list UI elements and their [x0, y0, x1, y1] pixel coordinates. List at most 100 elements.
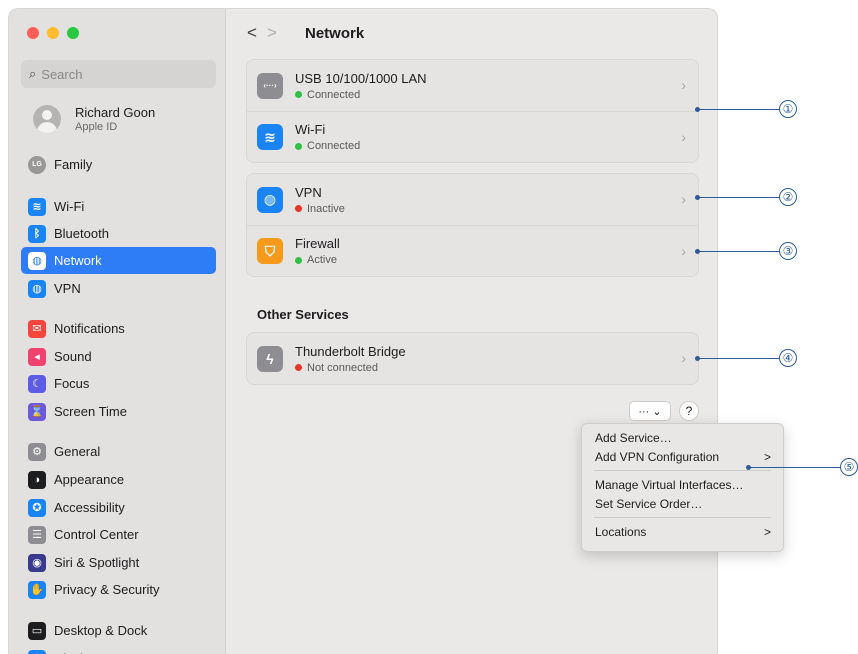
sidebar-item-focus[interactable]: ☾ Focus	[21, 370, 216, 397]
service-name: USB 10/100/1000 LAN	[295, 70, 427, 86]
sidebar-item-label: Appearance	[54, 472, 125, 487]
sidebar-item-desktop-and-dock[interactable]: ▭ Desktop & Dock	[21, 617, 216, 644]
sidebar-item-label: Desktop & Dock	[54, 623, 148, 638]
sidebar-item-network[interactable]: ◍ Network	[21, 247, 216, 274]
status-dot	[295, 91, 302, 98]
service-status: Inactive	[307, 202, 345, 215]
sidebar-item-appearance[interactable]: ◑ Appearance	[21, 466, 216, 493]
forward-button[interactable]: >	[267, 23, 287, 42]
sidebar: ⌕ Search Richard Goon Apple ID LG Family…	[9, 9, 226, 654]
search-field[interactable]: ⌕ Search	[21, 60, 216, 88]
page-title: Network	[305, 25, 365, 42]
menu-separator	[594, 470, 771, 471]
globe-icon: ◍	[28, 251, 46, 270]
menu-item-locations[interactable]: Locations >	[582, 522, 783, 541]
callout-line-3	[697, 251, 779, 252]
callout-dot-3	[695, 249, 700, 254]
submenu-arrow-icon: >	[763, 524, 771, 539]
vpn-globe-icon: ◍	[28, 279, 46, 298]
callout-line-4	[697, 358, 779, 359]
service-row-vpn[interactable]: ◍ VPN Inactive ›	[247, 174, 698, 225]
status-dot	[295, 256, 302, 264]
callout-line-1	[697, 109, 779, 110]
chevron-right-icon: ›	[681, 243, 686, 259]
sidebar-item-label: VPN	[54, 281, 81, 296]
callout-line-2	[697, 197, 779, 198]
chevron-right-icon: ›	[681, 350, 686, 366]
gear-icon: ⚙	[28, 442, 46, 461]
callout-number-5: ⑤	[840, 458, 858, 476]
sidebar-item-sound[interactable]: ◂ Sound	[21, 343, 216, 370]
services-group-security: ◍ VPN Inactive › ⛉ Firewall Active ›	[246, 173, 699, 277]
service-name: VPN	[295, 184, 322, 200]
other-services-heading: Other Services	[257, 307, 349, 322]
sidebar-item-label: Siri & Spotlight	[54, 555, 140, 570]
control-center-icon: ☰	[28, 525, 46, 544]
status-dot	[295, 364, 302, 371]
ethernet-icon: ‹···›	[257, 72, 283, 99]
services-group-other: ϟ Thunderbolt Bridge Not connected ›	[246, 332, 699, 385]
chevron-right-icon: ›	[681, 191, 686, 207]
menu-item-label: Add Service…	[595, 430, 672, 445]
sidebar-item-label: Network	[54, 253, 102, 268]
sidebar-item-control-center[interactable]: ☰ Control Center	[21, 521, 216, 548]
menu-item-label: Locations	[595, 524, 647, 539]
bluetooth-icon: ᛒ	[28, 224, 46, 243]
account-name: Richard Goon	[75, 105, 156, 120]
service-row-wi-fi[interactable]: ≋ Wi-Fi Connected ›	[247, 111, 698, 162]
sidebar-item-label: Notifications	[54, 321, 125, 336]
help-button[interactable]: ?	[679, 401, 699, 421]
menu-item-label: Set Service Order…	[595, 496, 703, 511]
close-window-button[interactable]	[27, 27, 39, 39]
back-button[interactable]: <	[247, 23, 267, 42]
navigation-arrows: <>	[247, 23, 287, 43]
service-status: Connected	[307, 88, 361, 101]
sidebar-item-bluetooth[interactable]: ᛒ Bluetooth	[21, 220, 216, 247]
callout-number-3: ③	[779, 242, 797, 260]
sidebar-item-label: Control Center	[54, 527, 139, 542]
service-status: Not connected	[307, 361, 378, 374]
sidebar-item-vpn[interactable]: ◍ VPN	[21, 275, 216, 302]
zoom-window-button[interactable]	[67, 27, 79, 39]
menu-item-label: Manage Virtual Interfaces…	[595, 477, 744, 492]
sidebar-item-notifications[interactable]: ✉ Notifications	[21, 315, 216, 342]
service-row-thunderbolt-bridge[interactable]: ϟ Thunderbolt Bridge Not connected ›	[247, 333, 698, 384]
menu-item-manage-virtual-interfaces[interactable]: Manage Virtual Interfaces…	[582, 475, 783, 494]
sidebar-item-privacy-and-security[interactable]: ✋ Privacy & Security	[21, 576, 216, 603]
callout-line-5	[748, 467, 840, 468]
service-name: Wi-Fi	[295, 122, 326, 137]
status-dot	[295, 205, 302, 212]
callout-number-2: ②	[779, 188, 797, 206]
sidebar-item-wi-fi[interactable]: ≋ Wi-Fi	[21, 193, 216, 220]
callout-number-4: ④	[779, 349, 797, 367]
menu-item-set-service-order[interactable]: Set Service Order…	[582, 494, 783, 513]
search-icon: ⌕	[29, 66, 37, 81]
hourglass-icon: ⌛	[28, 402, 46, 421]
apple-id-account[interactable]: Richard Goon Apple ID	[29, 105, 155, 133]
callout-dot-1	[695, 107, 700, 112]
menu-item-add-service[interactable]: Add Service…	[582, 428, 783, 447]
moon-icon: ☾	[28, 374, 46, 393]
service-row-usb-10-100-1000-lan[interactable]: ‹···› USB 10/100/1000 LAN Connected ›	[247, 60, 698, 111]
more-actions-button[interactable]: ··· ⌄	[629, 401, 671, 421]
service-row-firewall[interactable]: ⛉ Firewall Active ›	[247, 225, 698, 276]
sidebar-item-screen-time[interactable]: ⌛ Screen Time	[21, 398, 216, 425]
sidebar-item-label: Bluetooth	[54, 226, 109, 241]
avatar	[33, 105, 61, 133]
service-name: Firewall	[295, 236, 340, 251]
siri-icon: ◉	[28, 553, 46, 572]
wifi-icon: ≋	[28, 197, 46, 216]
minimize-window-button[interactable]	[47, 27, 59, 39]
menu-separator	[594, 517, 771, 518]
hand-icon: ✋	[28, 580, 46, 599]
sidebar-item-general[interactable]: ⚙ General	[21, 438, 216, 465]
sidebar-item-label: Wi-Fi	[54, 199, 85, 214]
service-name: Thunderbolt Bridge	[295, 343, 406, 359]
sidebar-item-siri-and-spotlight[interactable]: ◉ Siri & Spotlight	[21, 549, 216, 576]
wifi-icon: ≋	[257, 124, 283, 150]
sidebar-item-label: Family	[54, 157, 93, 172]
menu-item-add-vpn-configuration[interactable]: Add VPN Configuration >	[582, 447, 783, 466]
sidebar-item-family[interactable]: LG Family	[21, 151, 216, 178]
sidebar-item-accessibility[interactable]: ✪ Accessibility	[21, 494, 216, 521]
sidebar-item-displays[interactable]: ☀Displays	[21, 645, 216, 654]
